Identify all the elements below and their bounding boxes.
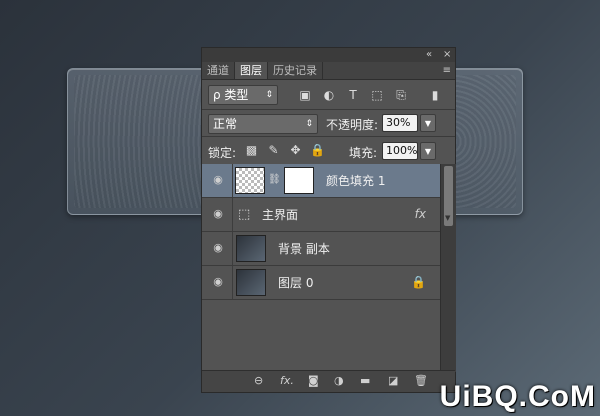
opacity-input[interactable]: 30% <box>382 114 418 132</box>
type-filter-icon[interactable]: T <box>345 87 361 103</box>
mask-icon[interactable]: ◙ <box>308 374 319 387</box>
new-layer-icon[interactable]: ◪ <box>388 374 398 387</box>
panel-bottom-toolbar: ⊖ fx. ◙ ◑ ▬ ◪ 🗑 <box>202 370 455 392</box>
panel-menu-icon[interactable]: ≡ <box>443 62 451 80</box>
layer-row-background-copy[interactable]: ◉ 背景 副本 <box>202 232 440 266</box>
layer-name: 主界面 <box>262 208 299 222</box>
link-icon[interactable]: ⊖ <box>254 374 263 387</box>
fx-icon[interactable]: fx <box>415 207 426 221</box>
filter-kind-label: ρ 类型 <box>213 88 249 102</box>
chevron-updown-icon: ⇕ <box>265 90 273 100</box>
blend-mode-select[interactable]: 正常 ⇕ <box>208 114 318 134</box>
layer-thumbnail <box>236 269 266 296</box>
eye-icon[interactable]: ◉ <box>211 242 225 254</box>
eye-column-divider <box>232 232 233 265</box>
trash-icon[interactable]: 🗑 <box>414 374 428 387</box>
adjustment-icon[interactable]: ◑ <box>334 374 344 387</box>
eye-icon[interactable]: ◉ <box>211 174 225 186</box>
filter-kind-select[interactable]: ρ 类型 ⇕ <box>208 85 278 105</box>
lock-move-icon[interactable]: ✥ <box>288 143 303 158</box>
opacity-dropdown[interactable]: ▼ <box>420 114 436 132</box>
eye-column-divider <box>232 198 233 231</box>
blend-row: 正常 ⇕ 不透明度: 30% ▼ <box>202 110 455 137</box>
adjustment-filter-icon[interactable]: ◐ <box>321 87 337 103</box>
eye-icon[interactable]: ◉ <box>211 208 225 220</box>
fx-icon[interactable]: fx. <box>280 374 294 387</box>
eye-column-divider <box>232 164 233 197</box>
layer-name: 颜色填充 1 <box>326 174 386 188</box>
image-filter-icon[interactable]: ▣ <box>297 87 313 103</box>
scrollbar-thumb[interactable]: ▼ <box>444 166 453 226</box>
shape-filter-icon[interactable]: ⬚ <box>369 87 385 103</box>
smart-object-filter-icon[interactable]: ⎘ <box>393 87 409 103</box>
lock-all-icon[interactable]: 🔒 <box>310 143 325 158</box>
layers-panel: « × 通道 图层 历史记录 ≡ ρ 类型 ⇕ ▣ ◐ T ⬚ ⎘ ▮ 正常 ⇕… <box>201 47 456 393</box>
lock-row: 锁定: ▩ ✎ ✥ 🔒 填充: 100% ▼ <box>202 137 455 165</box>
folder-icon[interactable]: ▬ <box>360 374 370 387</box>
fill-label: 填充: <box>349 146 378 160</box>
blend-mode-label: 正常 <box>213 117 238 131</box>
layer-thumbnail <box>236 235 266 262</box>
site-watermark: UiBQ.CoM <box>439 380 596 413</box>
lock-transparent-icon[interactable]: ▩ <box>244 143 259 158</box>
chevron-updown-icon: ⇕ <box>305 119 313 129</box>
layer-thumbnail <box>235 167 265 194</box>
tab-layers[interactable]: 图层 <box>235 62 268 79</box>
chain-link-icon[interactable]: ⛓ <box>268 174 281 185</box>
filter-row: ρ 类型 ⇕ ▣ ◐ T ⬚ ⎘ ▮ <box>202 80 455 110</box>
eye-icon[interactable]: ◉ <box>211 276 225 288</box>
fill-input[interactable]: 100% <box>382 142 418 160</box>
tab-history[interactable]: 历史记录 <box>268 62 323 79</box>
layer-row-layer-0[interactable]: ◉ 图层 0 🔒 <box>202 266 440 300</box>
lock-brush-icon[interactable]: ✎ <box>266 143 281 158</box>
opacity-label: 不透明度: <box>326 118 379 132</box>
eye-column-divider <box>232 266 233 299</box>
panel-tabs: 通道 图层 历史记录 ≡ <box>202 62 455 80</box>
close-icon[interactable]: × <box>443 48 451 62</box>
toggle-filter-icon[interactable]: ▮ <box>427 87 443 103</box>
layer-name: 图层 0 <box>278 276 314 290</box>
panel-titlebar: « × <box>202 48 455 62</box>
lock-icon: 🔒 <box>411 275 426 289</box>
lock-label: 锁定: <box>208 146 237 160</box>
fill-dropdown[interactable]: ▼ <box>420 142 436 160</box>
layer-name: 背景 副本 <box>278 242 330 256</box>
layer-mask-thumbnail <box>284 167 314 194</box>
layers-list: ◉ ⛓ 颜色填充 1 ◉ ⬚ 主界面 fx ◉ 背景 副本 ◉ 图层 0 🔒 <box>202 164 440 300</box>
layer-row-color-fill[interactable]: ◉ ⛓ 颜色填充 1 <box>202 164 440 198</box>
shape-layer-icon: ⬚ <box>238 207 251 222</box>
layer-row-main-ui[interactable]: ◉ ⬚ 主界面 fx <box>202 198 440 232</box>
tab-channels[interactable]: 通道 <box>202 62 235 79</box>
layers-scrollbar[interactable]: ▼ <box>440 164 456 372</box>
chevron-down-icon: ▼ <box>445 214 451 222</box>
collapse-icon[interactable]: « <box>426 48 432 62</box>
